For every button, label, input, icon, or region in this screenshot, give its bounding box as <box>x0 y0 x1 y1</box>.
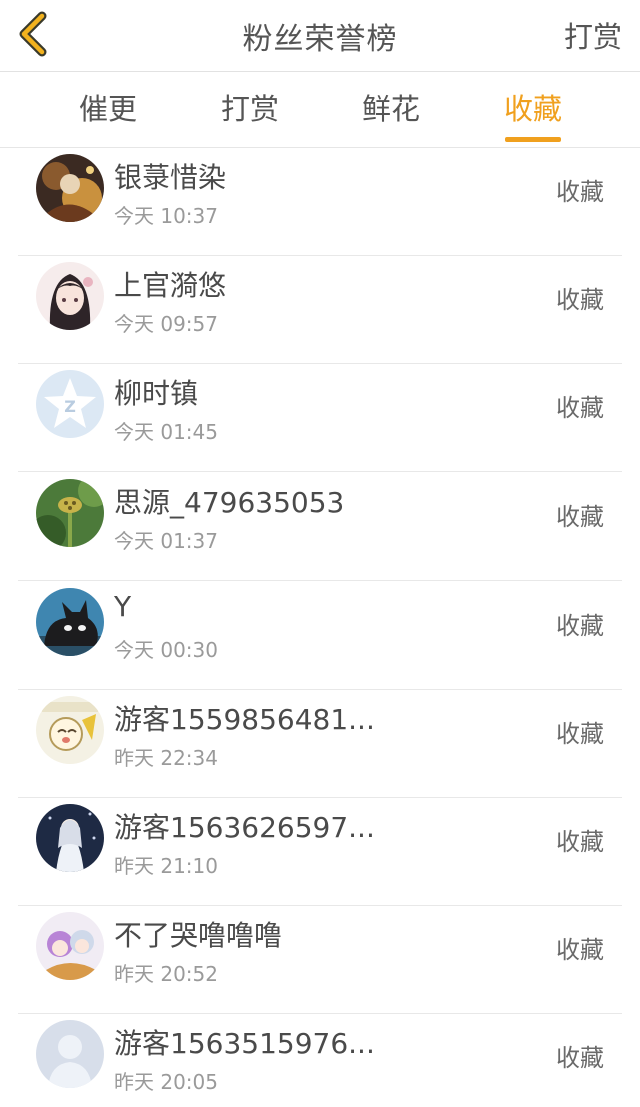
tab-label: 鲜花 <box>361 92 420 126</box>
row-divider <box>18 580 622 581</box>
fan-time: 今天 01:37 <box>114 529 218 553</box>
cartoon-sticker-avatar <box>36 696 104 764</box>
fan-action-label: 收藏 <box>556 828 604 856</box>
fan-action-label: 收藏 <box>556 178 604 206</box>
fan-action-label: 收藏 <box>556 720 604 748</box>
fan-action-label: 收藏 <box>556 936 604 964</box>
fan-time: 昨天 21:10 <box>114 854 218 878</box>
qq-star-avatar: Z <box>36 370 104 438</box>
fan-action-label: 收藏 <box>556 612 604 640</box>
fan-time: 今天 10:37 <box>114 204 218 228</box>
list-item[interactable]: 游客1563515976... 昨天 20:05 收藏 <box>0 1014 640 1107</box>
tab-favorites[interactable]: 收藏 <box>473 72 593 148</box>
fan-name: 游客1563626597... <box>114 811 375 844</box>
fan-time: 昨天 20:52 <box>114 962 218 986</box>
list-item[interactable]: 上官漪悠 今天 09:57 收藏 <box>0 256 640 364</box>
tab-urge[interactable]: 催更 <box>48 72 168 148</box>
fan-time: 今天 00:30 <box>114 638 218 662</box>
fan-list: 银菉惜染 今天 10:37 收藏 上官漪悠 今天 09:57 收藏 Z 柳时镇 … <box>0 148 640 1107</box>
tab-flowers[interactable]: 鲜花 <box>331 72 451 148</box>
fan-time: 今天 09:57 <box>114 312 218 336</box>
white-dress-girl-avatar <box>36 804 104 872</box>
tab-label: 收藏 <box>503 92 562 126</box>
fan-name: 柳时镇 <box>114 377 199 410</box>
anime-chibi-avatar <box>36 912 104 980</box>
fan-name: 游客1563515976... <box>114 1027 375 1060</box>
fan-action-label: 收藏 <box>556 1044 604 1072</box>
list-item[interactable]: 游客1563626597... 昨天 21:10 收藏 <box>0 798 640 906</box>
list-item[interactable]: 不了哭噜噜噜 昨天 20:52 收藏 <box>0 906 640 1014</box>
svg-text:Z: Z <box>64 397 76 416</box>
fan-name: 游客1559856481... <box>114 703 375 736</box>
fan-name: Y <box>114 590 132 623</box>
anime-girl-portrait-avatar <box>36 262 104 330</box>
fan-name: 上官漪悠 <box>114 269 227 302</box>
tab-bar: 催更 打赏 鲜花 收藏 <box>0 72 640 148</box>
tab-label: 催更 <box>78 92 137 126</box>
black-cat-avatar <box>36 588 104 656</box>
default-person-avatar <box>36 1020 104 1088</box>
list-item[interactable]: Y 今天 00:30 收藏 <box>0 582 640 690</box>
lotus-pod-avatar <box>36 479 104 547</box>
fan-action-label: 收藏 <box>556 286 604 314</box>
fan-name: 不了哭噜噜噜 <box>114 919 283 952</box>
anime-girl-dark-avatar <box>36 154 104 222</box>
row-divider <box>18 471 622 472</box>
fan-action-label: 收藏 <box>556 503 604 531</box>
top-bar: 粉丝荣誉榜 打赏 <box>0 0 640 72</box>
fan-name: 思源_479635053 <box>114 486 345 519</box>
list-item[interactable]: 思源_479635053 今天 01:37 收藏 <box>0 473 640 581</box>
list-item[interactable]: 银菉惜染 今天 10:37 收藏 <box>0 148 640 256</box>
tab-reward[interactable]: 打赏 <box>190 72 310 148</box>
fan-time: 昨天 22:34 <box>114 746 218 770</box>
active-tab-indicator <box>505 137 561 142</box>
list-item[interactable]: Z 柳时镇 今天 01:45 收藏 <box>0 364 640 472</box>
page-title: 粉丝荣誉榜 <box>242 22 398 57</box>
fan-time: 昨天 20:05 <box>114 1070 218 1094</box>
fan-action-label: 收藏 <box>556 394 604 422</box>
list-item[interactable]: 游客1559856481... 昨天 22:34 收藏 <box>0 690 640 798</box>
fan-name: 银菉惜染 <box>114 161 227 194</box>
fan-time: 今天 01:45 <box>114 420 218 444</box>
reward-button[interactable]: 打赏 <box>564 14 622 56</box>
tab-label: 打赏 <box>220 92 279 126</box>
